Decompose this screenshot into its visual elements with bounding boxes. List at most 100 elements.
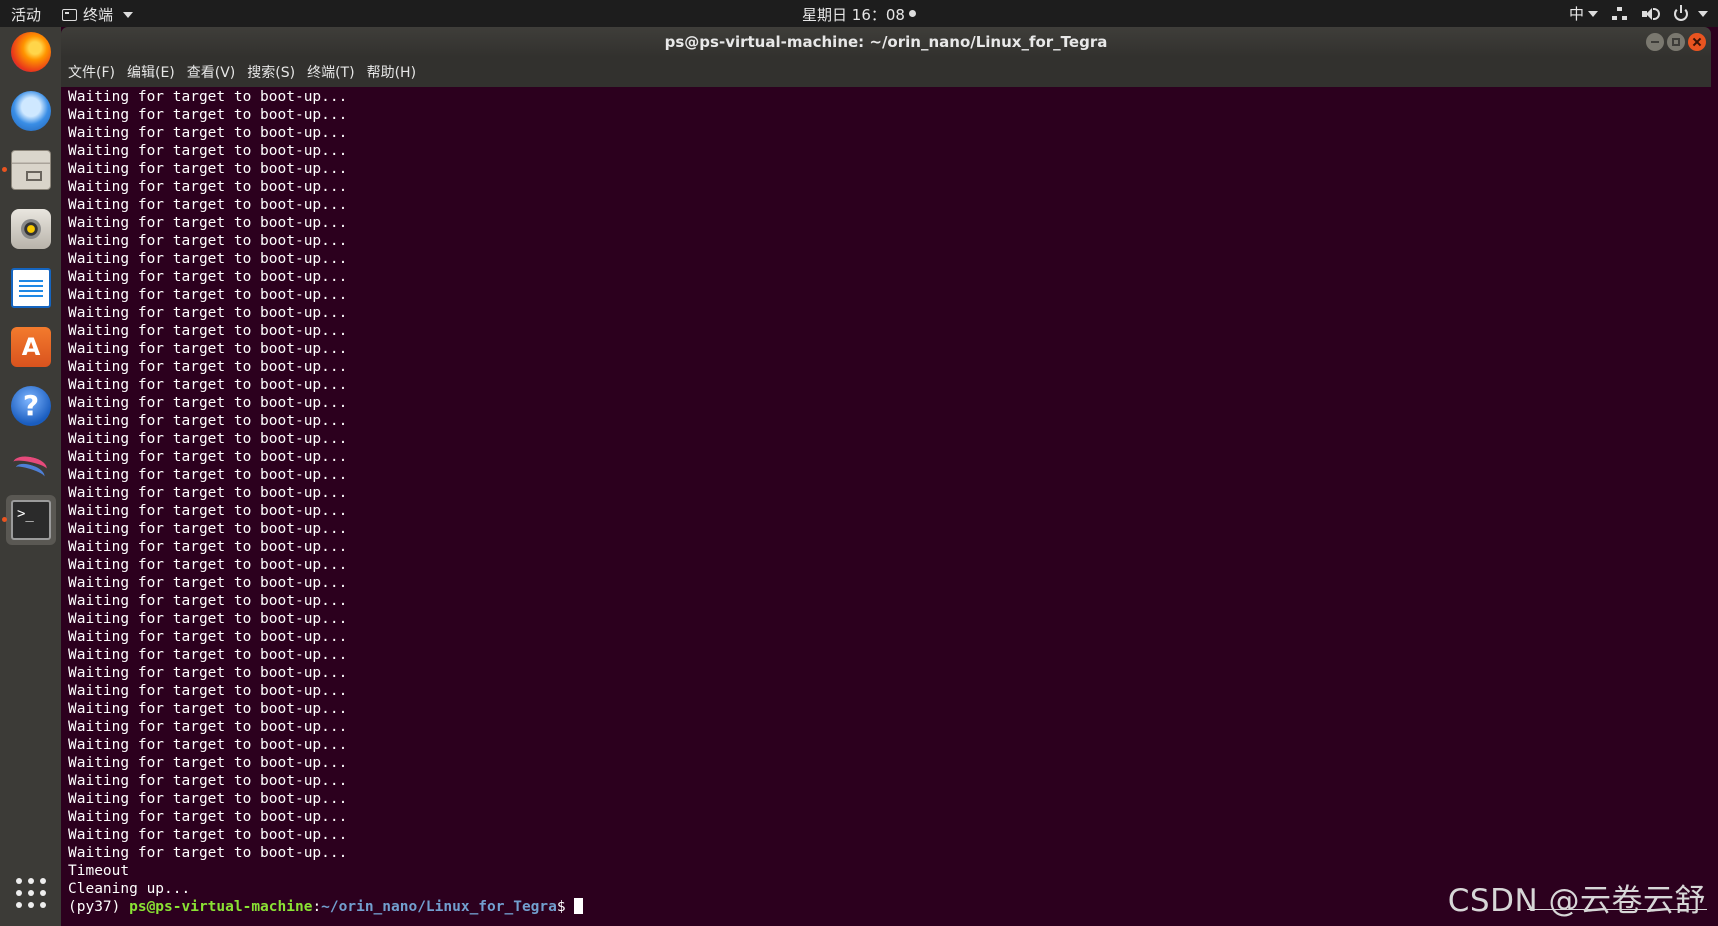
- dock-item-thunderbird[interactable]: [6, 86, 56, 136]
- terminal-line: Waiting for target to boot-up...: [68, 575, 348, 591]
- top-panel: 活动 终端 星期日 16：08 中: [0, 0, 1718, 27]
- terminal-line: Waiting for target to boot-up...: [68, 719, 348, 735]
- network-icon[interactable]: [1612, 6, 1628, 21]
- minimize-icon[interactable]: [1646, 33, 1664, 51]
- terminal-line: Waiting for target to boot-up...: [68, 827, 348, 843]
- show-applications-icon[interactable]: [16, 878, 46, 908]
- terminal-line: Waiting for target to boot-up...: [68, 251, 348, 267]
- terminal-line: Waiting for target to boot-up...: [68, 647, 348, 663]
- terminal-line: Waiting for target to boot-up...: [68, 179, 348, 195]
- terminal-line: Waiting for target to boot-up...: [68, 197, 348, 213]
- terminal-line: Waiting for target to boot-up...: [68, 125, 348, 141]
- terminal-line: Waiting for target to boot-up...: [68, 773, 348, 789]
- libreoffice-writer-icon: [11, 268, 51, 308]
- terminal-line: Waiting for target to boot-up...: [68, 701, 348, 717]
- terminal-line: Waiting for target to boot-up...: [68, 737, 348, 753]
- menubar: 文件(F) 编辑(E) 查看(V) 搜索(S) 终端(T) 帮助(H): [61, 57, 1711, 87]
- close-icon[interactable]: [1688, 33, 1706, 51]
- terminal-line: Waiting for target to boot-up...: [68, 791, 348, 807]
- terminal-line: Waiting for target to boot-up...: [68, 467, 348, 483]
- menu-search[interactable]: 搜索(S): [247, 62, 295, 82]
- chevron-down-icon: [1588, 10, 1598, 17]
- menu-edit[interactable]: 编辑(E): [127, 62, 175, 82]
- watermark: CSDN @云卷云舒: [1447, 883, 1706, 919]
- prompt-separator: :: [312, 899, 322, 915]
- terminal-line: Waiting for target to boot-up...: [68, 377, 348, 393]
- dock-item-writer[interactable]: [6, 263, 56, 313]
- terminal-line: Waiting for target to boot-up...: [68, 683, 348, 699]
- terminal-line: Waiting for target to boot-up...: [68, 611, 348, 627]
- dock-item-rhythmbox[interactable]: [6, 204, 56, 254]
- watermark-underline: [1527, 909, 1707, 910]
- prompt-symbol: $: [556, 899, 575, 915]
- terminal-line: Waiting for target to boot-up...: [68, 413, 348, 429]
- terminal-line: Waiting for target to boot-up...: [68, 521, 348, 537]
- dock-item-software[interactable]: A: [6, 322, 56, 372]
- terminal-line: Waiting for target to boot-up...: [68, 323, 348, 339]
- terminal-line: Waiting for target to boot-up...: [68, 233, 348, 249]
- dock-item-help[interactable]: ?: [6, 381, 56, 431]
- terminal-line: Waiting for target to boot-up...: [68, 341, 348, 357]
- menu-help[interactable]: 帮助(H): [367, 62, 416, 82]
- dock-item-kali[interactable]: [6, 440, 56, 490]
- terminal-window: ps@ps-virtual-machine: ~/orin_nano/Linux…: [61, 27, 1711, 926]
- dock-item-firefox[interactable]: [6, 27, 56, 77]
- terminal-line: Waiting for target to boot-up...: [68, 143, 348, 159]
- window-titlebar[interactable]: ps@ps-virtual-machine: ~/orin_nano/Linux…: [61, 27, 1711, 57]
- help-icon: ?: [11, 386, 51, 426]
- prompt-path: ~/orin_nano/Linux_for_Tegra: [321, 899, 557, 915]
- dock: A ? >_: [0, 27, 61, 926]
- terminal-output[interactable]: Waiting for target to boot-up... Waiting …: [61, 87, 1711, 926]
- terminal-line: Waiting for target to boot-up...: [68, 539, 348, 555]
- chevron-down-icon: [1698, 10, 1708, 17]
- terminal-line: Waiting for target to boot-up...: [68, 449, 348, 465]
- system-tray: 中: [1569, 3, 1708, 24]
- dock-item-terminal[interactable]: >_: [2, 495, 56, 545]
- window-title: ps@ps-virtual-machine: ~/orin_nano/Linux…: [664, 33, 1108, 51]
- prompt-user-host: ps@ps-virtual-machine: [129, 899, 313, 915]
- text-cursor: [574, 898, 584, 914]
- terminal-line: Waiting for target to boot-up...: [68, 593, 348, 609]
- power-icon: [1674, 4, 1688, 21]
- terminal-line: Waiting for target to boot-up...: [68, 359, 348, 375]
- terminal-line: Waiting for target to boot-up...: [68, 629, 348, 645]
- terminal-icon: >_: [11, 500, 51, 540]
- terminal-line: Waiting for target to boot-up...: [68, 431, 348, 447]
- input-method-indicator[interactable]: 中: [1569, 3, 1598, 24]
- terminal-line: Waiting for target to boot-up...: [68, 809, 348, 825]
- clock-label: 星期日 16：08: [802, 6, 905, 24]
- terminal-line: Waiting for target to boot-up...: [68, 89, 348, 105]
- kali-icon: [11, 445, 51, 485]
- terminal-line: Waiting for target to boot-up...: [68, 287, 348, 303]
- thunderbird-icon: [11, 91, 51, 131]
- volume-icon[interactable]: [1642, 7, 1660, 21]
- terminal-line: Waiting for target to boot-up...: [68, 161, 348, 177]
- menu-view[interactable]: 查看(V): [187, 62, 236, 82]
- rhythmbox-icon: [11, 209, 51, 249]
- dock-item-files[interactable]: [2, 145, 56, 195]
- terminal-line: Waiting for target to boot-up...: [68, 395, 348, 411]
- running-indicator: [2, 167, 7, 172]
- menu-file[interactable]: 文件(F): [68, 62, 115, 82]
- terminal-line: Waiting for target to boot-up...: [68, 665, 348, 681]
- menu-terminal[interactable]: 终端(T): [307, 62, 354, 82]
- maximize-icon[interactable]: [1667, 33, 1685, 51]
- files-icon: [11, 150, 51, 190]
- terminal-line: Waiting for target to boot-up...: [68, 503, 348, 519]
- scrollbar[interactable]: [1703, 87, 1711, 926]
- terminal-line: Waiting for target to boot-up...: [68, 107, 348, 123]
- notification-dot-icon: [908, 10, 916, 17]
- running-indicator: [2, 517, 7, 522]
- power-menu[interactable]: [1674, 4, 1708, 21]
- terminal-line: Waiting for target to boot-up...: [68, 557, 348, 573]
- terminal-line: Waiting for target to boot-up...: [68, 485, 348, 501]
- terminal-line: Waiting for target to boot-up...: [68, 755, 348, 771]
- terminal-line: Waiting for target to boot-up...: [68, 215, 348, 231]
- input-method-label: 中: [1568, 5, 1584, 23]
- software-center-icon: A: [11, 327, 51, 367]
- window-controls: [1646, 33, 1706, 51]
- clock[interactable]: 星期日 16：08: [0, 4, 1718, 25]
- terminal-line: Waiting for target to boot-up...: [68, 305, 348, 321]
- firefox-icon: [11, 32, 51, 72]
- terminal-line: Waiting for target to boot-up...: [68, 269, 348, 285]
